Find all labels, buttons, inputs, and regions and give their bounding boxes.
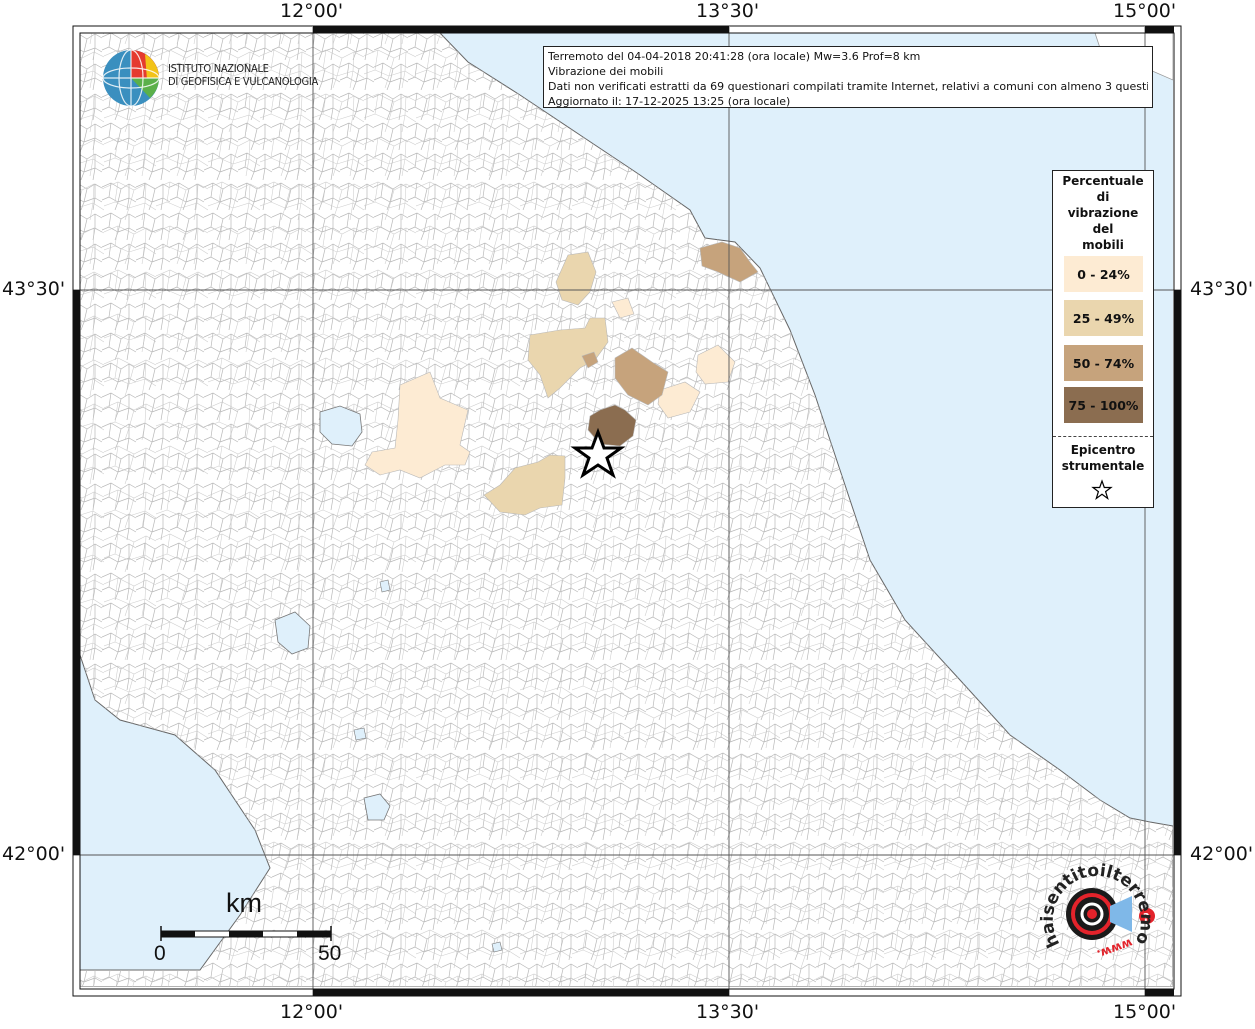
- lon-label-bottom-3: 15°00': [1113, 1001, 1177, 1023]
- epicenter-legend-star-icon: [1091, 479, 1113, 501]
- lat-label-left-1: 43°30': [2, 278, 66, 300]
- legend-title-line: di: [1096, 190, 1110, 204]
- scale-unit: km: [226, 888, 262, 918]
- lat-label-right-1: 43°30': [1190, 278, 1254, 300]
- legend-title-line: vibrazione: [1067, 206, 1139, 220]
- intensity-map: ? haisentitoilterremoto.it www. 12°00' 1…: [0, 0, 1255, 1024]
- event-data-note: Dati non verificati estratti da 69 quest…: [548, 80, 1148, 93]
- ingv-line-1: ISTITUTO NAZIONALE: [168, 62, 269, 75]
- epicenter-legend-line: Epicentro: [1070, 443, 1136, 457]
- scale-end: 50: [318, 942, 342, 965]
- scale-start: 0: [154, 942, 166, 965]
- lon-label-bottom-1: 12°00': [280, 1001, 344, 1023]
- event-info-box: Terremoto del 04-04-2018 20:41:28 (ora l…: [543, 46, 1153, 108]
- lat-label-left-2: 42°00': [2, 843, 66, 865]
- map-canvas: ? haisentitoilterremoto.it www.: [0, 0, 1182, 997]
- epicenter-legend-title: Epicentro strumentale: [1053, 442, 1153, 474]
- lake-small-2: [353, 727, 367, 741]
- legend-title-line: Percentuale: [1062, 174, 1144, 188]
- ingv-logo-text: ISTITUTO NAZIONALE DI GEOFISICA E VULCAN…: [168, 62, 318, 88]
- lon-label-bottom-2: 13°30': [696, 1001, 760, 1023]
- lake-small-3: [491, 941, 503, 953]
- lon-label-top-2: 13°30': [696, 0, 760, 22]
- lat-label-right-2: 42°00': [1190, 843, 1254, 865]
- legend-title-line: del: [1092, 222, 1114, 236]
- lake-small-1: [379, 579, 391, 593]
- legend-class-25-49: 25 - 49%: [1064, 300, 1143, 336]
- event-title: Terremoto del 04-04-2018 20:41:28 (ora l…: [548, 50, 921, 63]
- epicenter-legend-line: strumentale: [1061, 459, 1145, 473]
- legend-title: Percentuale di vibrazione del mobili: [1053, 173, 1153, 253]
- lon-label-top-1: 12°00': [280, 0, 344, 22]
- legend-class-50-74: 50 - 74%: [1064, 345, 1143, 381]
- legend-title-line: mobili: [1082, 238, 1124, 252]
- lon-label-top-3: 15°00': [1113, 0, 1177, 22]
- event-updated: Aggiornato il: 17-12-2025 13:25 (ora loc…: [548, 95, 791, 108]
- legend-class-0-24: 0 - 24%: [1064, 256, 1143, 292]
- ingv-logo-icon: [102, 49, 160, 107]
- event-parameter: Vibrazione dei mobili: [548, 65, 664, 78]
- ingv-line-2: DI GEOFISICA E VULCANOLOGIA: [168, 75, 318, 88]
- legend-divider: [1053, 436, 1153, 437]
- legend: Percentuale di vibrazione del mobili 0 -…: [1052, 170, 1154, 508]
- legend-class-75-100: 75 - 100%: [1064, 387, 1143, 423]
